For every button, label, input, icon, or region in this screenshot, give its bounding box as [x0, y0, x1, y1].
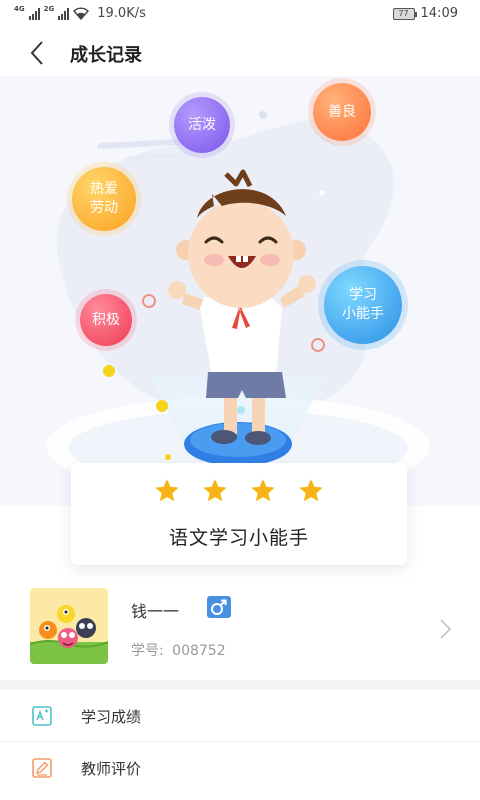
star-icon	[299, 479, 323, 502]
trait-bubble-kind: 善良	[313, 83, 371, 141]
grade-icon	[32, 706, 52, 726]
nav-bar: 成长记录	[0, 30, 480, 76]
bubble-label: 学习	[349, 287, 377, 303]
badge-card: 语文学习小能手	[71, 463, 407, 565]
menu-item-grades[interactable]: 学习成绩	[0, 690, 480, 742]
teacher-review-icon	[32, 758, 52, 778]
bubble-label: 善良	[328, 103, 356, 120]
bubble-label: 热爱	[90, 181, 118, 197]
status-left: 4G 2G 19.0K/s	[14, 5, 146, 22]
student-id: 学号: 008752	[131, 640, 226, 660]
trait-bubble-learning: 学习 小能手	[324, 266, 402, 344]
network-type-1: 4G	[14, 5, 25, 13]
student-info-row[interactable]: 钱一一 学号: 008752	[0, 576, 480, 680]
section-divider	[0, 680, 480, 690]
trait-bubble-active: 积极	[80, 294, 132, 346]
wifi-icon	[73, 7, 90, 20]
network-speed: 19.0K/s	[97, 6, 146, 21]
male-gender-icon	[207, 596, 231, 618]
page-title: 成长记录	[70, 45, 142, 66]
chevron-left-icon	[30, 41, 43, 65]
trait-bubble-lively: 活泼	[174, 97, 230, 153]
network-type-2: 2G	[43, 5, 55, 13]
menu-item-label: 教师评价	[81, 760, 142, 778]
status-bar: 4G 2G 19.0K/s 77 14:09	[0, 0, 480, 30]
avatar	[30, 588, 108, 664]
star-icon	[203, 479, 227, 502]
signal-icon	[58, 7, 70, 20]
star-icon	[155, 479, 179, 502]
status-right: 77 14:09	[392, 6, 458, 21]
trait-bubble-labor: 热爱 劳动	[72, 167, 136, 231]
bubble-label: 活泼	[188, 116, 216, 133]
hero-illustration: 活泼 善良 热爱劳动 积极 学习小能手	[0, 76, 480, 506]
clock: 14:09	[420, 6, 458, 21]
menu-item-label: 学习成绩	[81, 708, 142, 726]
bubble-label: 劳动	[90, 200, 118, 216]
star-rating	[71, 477, 407, 505]
back-button[interactable]	[24, 38, 54, 68]
badge-title: 语文学习小能手	[168, 527, 309, 549]
battery-icon: 77	[392, 7, 417, 20]
menu-item-teacher-review[interactable]: 教师评价	[0, 742, 480, 794]
bubble-label: 积极	[92, 311, 120, 328]
student-id-value: 008752	[172, 643, 226, 659]
bubble-label: 小能手	[342, 306, 384, 322]
chevron-right-icon	[440, 619, 452, 639]
hero-background	[46, 111, 430, 496]
student-name: 钱一一	[131, 602, 180, 621]
student-id-label: 学号:	[131, 643, 164, 659]
signal-icon	[28, 7, 40, 20]
star-icon	[251, 479, 275, 502]
